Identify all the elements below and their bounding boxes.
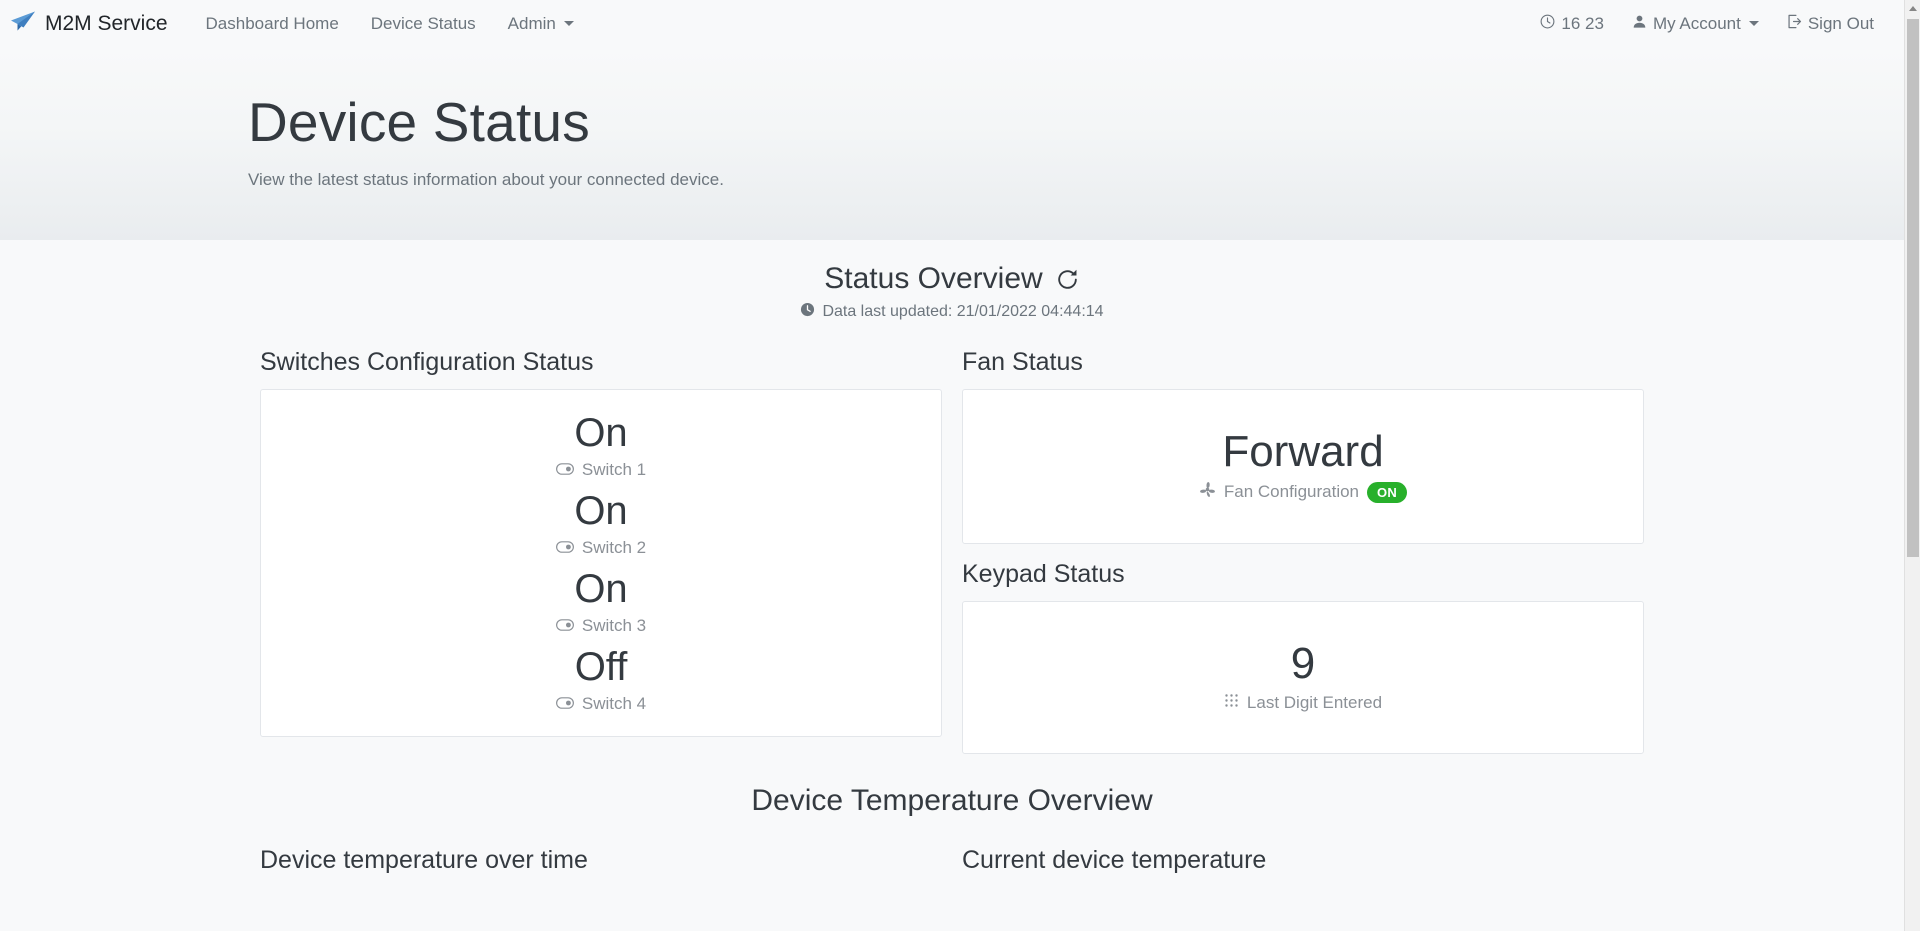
paper-plane-icon xyxy=(10,11,36,37)
switches-heading: Switches Configuration Status xyxy=(260,348,594,376)
keypad-grid-icon xyxy=(1224,693,1239,713)
switch-1-label-row: Switch 1 xyxy=(261,460,941,480)
temperature-over-time-column: Device temperature over time xyxy=(260,846,942,875)
refresh-icon[interactable] xyxy=(1055,267,1080,292)
fan-icon xyxy=(1199,481,1216,503)
toggle-on-icon xyxy=(555,538,574,558)
keypad-label-row: Last Digit Entered xyxy=(963,693,1643,713)
switch-3-value: On xyxy=(574,567,628,611)
switches-card: On Switch 1 On Switch 2 On Switch 3 Off … xyxy=(260,389,942,737)
nav-link-dashboard-home-label: Dashboard Home xyxy=(205,13,339,33)
keypad-status-card: 9 Last Digit Entered xyxy=(962,601,1644,754)
status-overview-heading: Status Overview xyxy=(260,262,1644,296)
current-temperature-heading: Current device temperature xyxy=(962,846,1267,874)
switch-4-value: Off xyxy=(574,645,628,689)
temperature-section: Device Temperature Overview Device tempe… xyxy=(260,784,1644,875)
clock-icon xyxy=(1540,14,1555,34)
switch-item: On Switch 2 xyxy=(261,486,941,558)
secondary-nav: 16 23 My Account Sign Out xyxy=(1526,10,1888,38)
switch-item: On Switch 1 xyxy=(261,408,941,480)
main-content: Status Overview Data last updated: 21/01… xyxy=(0,240,1904,875)
keypad-status-heading: Keypad Status xyxy=(962,560,1125,588)
switch-item: Off Switch 4 xyxy=(261,642,941,714)
switch-3-label-row: Switch 3 xyxy=(261,616,941,636)
my-account-label: My Account xyxy=(1652,13,1741,33)
fan-keypad-column: Fan Status Forward Fan Configuration ON … xyxy=(962,348,1644,754)
chevron-down-icon xyxy=(1748,21,1759,26)
brand-link[interactable]: M2M Service xyxy=(10,11,168,37)
fan-config-label: Fan Configuration xyxy=(1223,482,1360,501)
sign-out-icon xyxy=(1787,14,1802,34)
sign-out-button[interactable]: Sign Out xyxy=(1773,10,1888,38)
switch-3-label: Switch 3 xyxy=(581,616,647,635)
switch-1-value: On xyxy=(574,411,628,455)
nav-dropdown-admin-label: Admin xyxy=(507,13,556,33)
fan-status-card: Forward Fan Configuration ON xyxy=(962,389,1644,544)
switches-column: Switches Configuration Status On Switch … xyxy=(260,348,942,737)
nav-link-device-status[interactable]: Device Status xyxy=(355,10,492,38)
last-updated: Data last updated: 21/01/2022 04:44:14 xyxy=(260,302,1644,322)
clock-time-display: 16 23 xyxy=(1526,10,1618,38)
status-overview-title: Status Overview xyxy=(824,262,1043,295)
nav-dropdown-admin[interactable]: Admin xyxy=(492,10,590,38)
page-subtitle: View the latest status information about… xyxy=(248,170,724,190)
page-title: Device Status xyxy=(248,91,590,153)
chevron-down-icon xyxy=(563,21,574,26)
fan-direction-value: Forward xyxy=(1222,427,1384,476)
toggle-on-icon xyxy=(555,694,574,714)
toggle-on-icon xyxy=(555,460,574,480)
clock-filled-icon xyxy=(800,302,815,322)
switch-4-label-row: Switch 4 xyxy=(261,694,941,714)
switch-2-label-row: Switch 2 xyxy=(261,538,941,558)
keypad-label: Last Digit Entered xyxy=(1246,693,1383,712)
sign-out-label: Sign Out xyxy=(1807,13,1874,33)
page-hero: Device Status View the latest status inf… xyxy=(0,47,1904,240)
status-grid: Switches Configuration Status On Switch … xyxy=(260,348,1644,754)
primary-nav: Dashboard Home Device Status Admin xyxy=(190,10,590,38)
page-root: M2M Service Dashboard Home Device Status… xyxy=(0,0,1904,931)
brand-label: M2M Service xyxy=(45,11,168,35)
browser-viewport: M2M Service Dashboard Home Device Status… xyxy=(0,0,1920,931)
fan-status-heading: Fan Status xyxy=(962,348,1083,376)
switch-item: On Switch 3 xyxy=(261,564,941,636)
switch-4-label: Switch 4 xyxy=(581,694,647,713)
fan-config-row: Fan Configuration ON xyxy=(963,481,1643,503)
switch-2-label: Switch 2 xyxy=(581,538,647,557)
current-temperature-column: Current device temperature xyxy=(962,846,1644,875)
person-icon xyxy=(1632,14,1647,34)
keypad-digit-value: 9 xyxy=(1290,639,1316,688)
scrollbar-thumb[interactable] xyxy=(1907,19,1919,557)
page-scrollbar[interactable] xyxy=(1904,0,1920,931)
toggle-on-icon xyxy=(555,616,574,636)
temperature-overview-title: Device Temperature Overview xyxy=(751,784,1153,817)
temperature-over-time-heading: Device temperature over time xyxy=(260,846,588,874)
nav-link-dashboard-home[interactable]: Dashboard Home xyxy=(190,10,355,38)
nav-link-device-status-label: Device Status xyxy=(370,13,476,33)
top-navbar: M2M Service Dashboard Home Device Status… xyxy=(0,0,1904,47)
temperature-grid: Device temperature over time Current dev… xyxy=(260,846,1644,875)
current-time-value: 16 23 xyxy=(1561,13,1604,33)
nav-dropdown-my-account[interactable]: My Account xyxy=(1618,10,1773,38)
last-updated-text: Data last updated: 21/01/2022 04:44:14 xyxy=(822,303,1104,320)
scroll-up-arrow-icon[interactable] xyxy=(1905,0,1920,17)
switch-2-value: On xyxy=(574,489,628,533)
switch-1-label: Switch 1 xyxy=(581,460,647,479)
fan-status-badge: ON xyxy=(1367,481,1408,503)
